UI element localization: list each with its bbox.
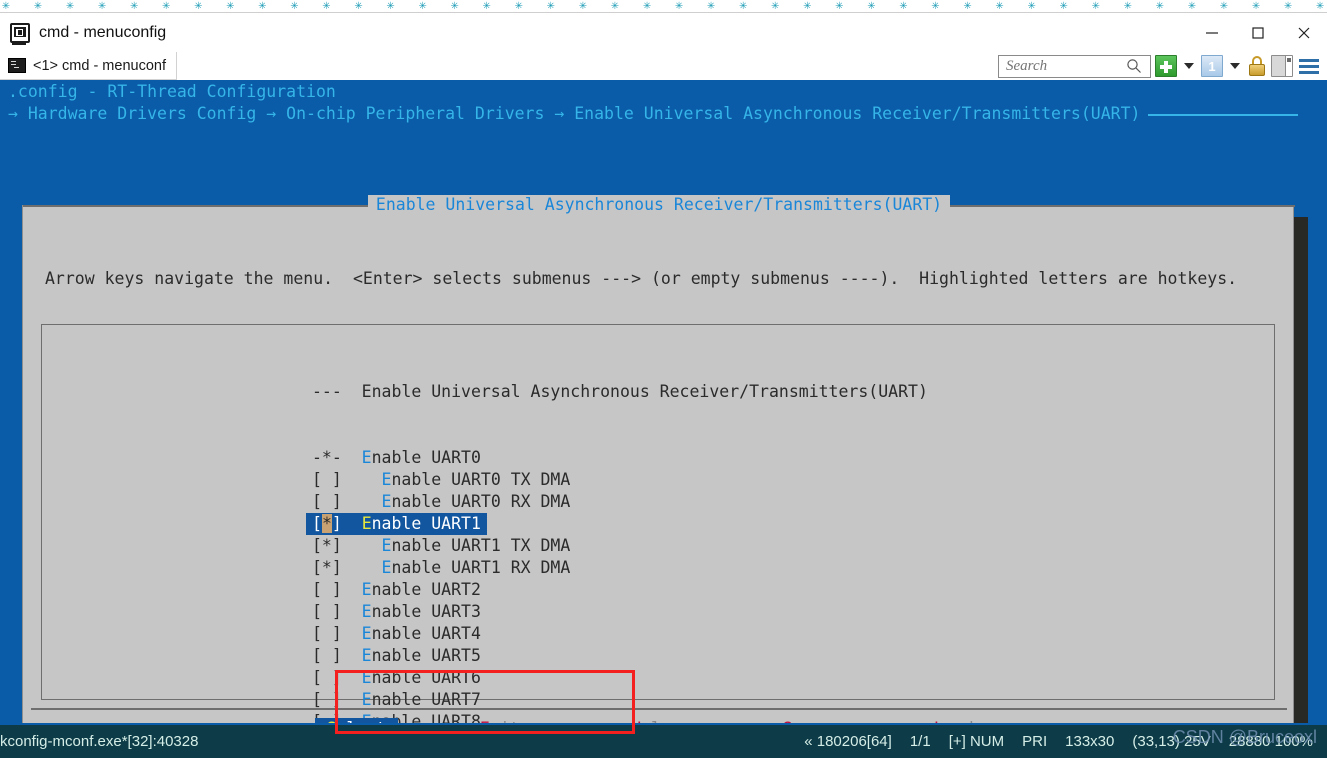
menu-item[interactable]: [*] Enable UART1 RX DMA [42,557,1274,579]
menu-item[interactable]: [*] Enable UART1 [42,513,1274,535]
menu-item-label: nable UART3 [371,602,481,621]
close-button[interactable] [1281,13,1327,53]
menu-item-label: nable UART7 [371,690,481,709]
menu-item-hotkey: E [381,492,392,511]
lock-button[interactable] [1247,55,1267,77]
menu-item[interactable]: [ ] Enable UART0 TX DMA [42,469,1274,491]
menu-item[interactable]: [ ] Enable UART4 [42,623,1274,645]
menu-item-selected: [*] Enable UART1 [306,513,487,535]
menu-list-frame: --- Enable Universal Asynchronous Receiv… [41,324,1275,753]
status-process: kconfig-mconf.exe*[32]:40328 [0,733,199,750]
menu-item-hotkey: E [381,470,392,489]
menu-item-label: nable UART1 TX DMA [391,536,571,555]
chevron-down-icon-pane[interactable] [1230,63,1240,69]
app-root: ✳ ✳ ✳ ✳ ✳ ✳ ✳ ✳ ✳ ✳ ✳ ✳ ✳ ✳ ✳ ✳ ✳ ✳ ✳ ✳ … [0,0,1327,758]
menu-item-checkbox: [ ] [312,602,362,621]
status-item: 133x30 [1065,733,1115,750]
minimize-button[interactable] [1189,13,1235,53]
menu-item-hotkey: E [361,690,372,709]
menuconfig-dialog: Enable Universal Asynchronous Receiver/T… [22,195,1296,758]
tab-label: <1> cmd - menuconf [33,57,166,74]
menu-item-checkbox: [ ] [312,492,382,511]
menu-item-checkbox: [ ] [312,580,362,599]
console-icon [8,58,26,73]
search-input[interactable] [1006,56,1126,76]
menu-item-label: nable UART5 [371,646,481,665]
menu-button[interactable] [1297,55,1321,77]
menu-item-hotkey: E [361,448,372,467]
menu-item[interactable]: [ ] Enable UART0 RX DMA [42,491,1274,513]
menu-item[interactable]: -*- Enable UART0 [42,447,1274,469]
search-box[interactable] [998,54,1151,78]
menu-item[interactable]: [*] Enable UART1 TX DMA [42,535,1274,557]
status-item: 28880 100% [1228,733,1313,750]
menu-item-label: nable UART1 [371,514,481,533]
window-title: cmd - menuconfig [39,23,167,41]
menu-item-label: nable UART2 [371,580,481,599]
breadcrumb: → Hardware Drivers Config → On-chip Peri… [0,103,1327,125]
status-item: (33,13) 25V [1132,733,1211,750]
status-item: [+] NUM [948,733,1005,750]
split-pane-button[interactable] [1271,55,1293,77]
tab-cmd-menuconf[interactable]: <1> cmd - menuconf [0,52,177,80]
menu-item-label: nable UART0 [371,448,481,467]
breadcrumb-rule [1148,113,1299,116]
menu-item-checkbox: [ ] [312,668,362,687]
terminal-console: .config - RT-Thread Configuration → Hard… [0,80,1327,758]
button-separator [31,708,1287,710]
hamburger-menu-icon [1297,55,1321,77]
cursor-block: * [321,514,332,533]
menu-item-hotkey: E [361,624,372,643]
menu-item-hotkey: E [361,668,372,687]
status-item: PRI [1022,733,1048,750]
menu-list-header: --- Enable Universal Asynchronous Receiv… [312,382,928,401]
split-pane-icon [1271,55,1293,77]
menu-item-checkbox: [ ] [312,470,382,489]
menu-item[interactable]: [ ] Enable UART3 [42,601,1274,623]
toolbar: 1 [998,53,1321,79]
help-line-1: Arrow keys navigate the menu. <Enter> se… [45,269,1238,288]
status-items: « 180206[64] 1/1 [+] NUM PRI 133x30 (33,13) 2… [804,733,1313,750]
menu-item-checkbox: [ ] [312,624,362,643]
menu-item-checkbox: [*] [312,558,382,577]
maximize-button[interactable] [1235,13,1281,53]
menu-item-label: nable UART0 TX DMA [391,470,571,489]
config-header-line: .config - RT-Thread Configuration [8,82,336,101]
window-titlebar: cmd - menuconfig [0,12,1327,52]
console-app-icon [10,22,30,45]
menu-item-hotkey: E [361,580,372,599]
menu-item-checkbox: [ ] [312,646,362,665]
menu-item-hotkey: E [381,536,392,555]
menu-item-hotkey: E [361,514,372,533]
menu-item[interactable]: [ ] Enable UART2 [42,579,1274,601]
decorative-asterisk-strip: ✳ ✳ ✳ ✳ ✳ ✳ ✳ ✳ ✳ ✳ ✳ ✳ ✳ ✳ ✳ ✳ ✳ ✳ ✳ ✳ … [0,0,1327,12]
status-item: 1/1 [909,733,931,750]
pane-one-button[interactable]: 1 [1201,55,1223,77]
menu-item-label: nable UART1 RX DMA [391,558,571,577]
menu-item-hotkey: E [361,646,372,665]
menu-item-hotkey: E [361,602,372,621]
menu-item-label: nable UART6 [371,668,481,687]
menu-item[interactable]: [ ] Enable UART5 [42,645,1274,667]
menu-item-checkbox: [*] [312,536,382,555]
breadcrumb-text: → Hardware Drivers Config → On-chip Peri… [8,104,1141,123]
menu-item-hotkey: E [381,558,392,577]
new-tab-button[interactable] [1155,55,1177,77]
new-tab-icon [1155,55,1177,77]
menu-item-label: nable UART0 RX DMA [391,492,571,511]
menu-item-label: nable UART4 [371,624,481,643]
window-controls [1189,13,1327,53]
status-item: « 180206[64] [804,733,892,750]
chevron-down-icon-new[interactable] [1184,63,1194,69]
lock-icon [1247,55,1267,77]
status-bar: kconfig-mconf.exe*[32]:40328 « 180206[64… [0,723,1327,758]
menu-item[interactable]: [ ] Enable UART6 [42,667,1274,689]
search-icon [1127,59,1141,73]
menu-item-checkbox: -*- [312,448,362,467]
menu-list: --- Enable Universal Asynchronous Receiv… [42,325,1274,755]
panel-one-icon: 1 [1201,55,1223,77]
